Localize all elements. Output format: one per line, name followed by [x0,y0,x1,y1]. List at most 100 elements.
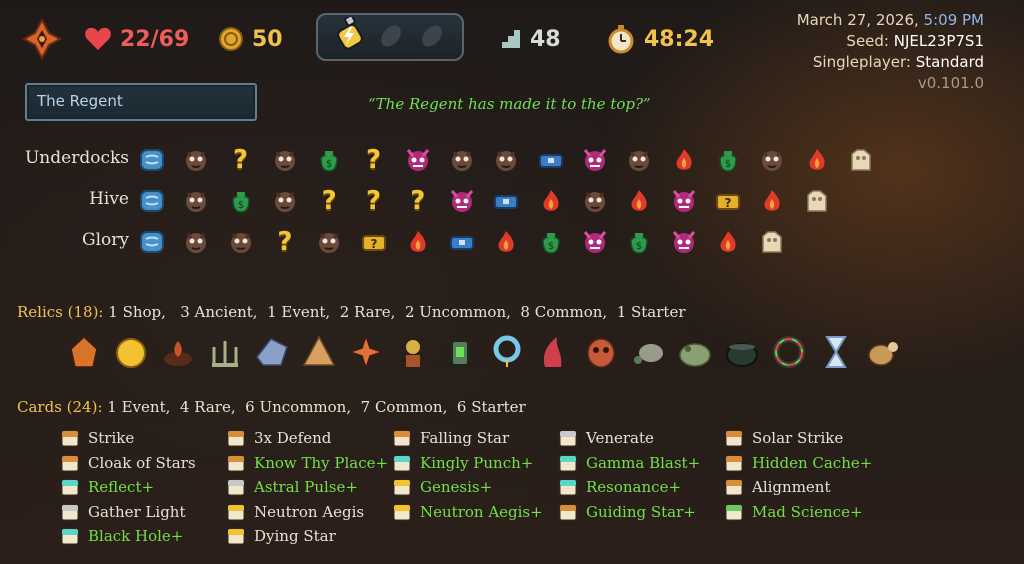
bead-necklace-icon[interactable] [487,331,527,373]
merchant-icon[interactable]: $ [314,145,344,175]
golden-orb-icon[interactable] [111,331,151,373]
card-entry[interactable]: Solar Strike [724,426,843,450]
monster-icon[interactable] [181,186,211,216]
hp-display[interactable]: 22/69 [84,22,189,56]
cauldron-icon[interactable] [722,331,762,373]
monster-icon[interactable] [580,186,610,216]
card-entry[interactable]: Astral Pulse+ [226,475,358,499]
boss-icon[interactable] [802,186,832,216]
elite-icon[interactable] [669,186,699,216]
card-entry[interactable]: Neutron Aegis [226,500,364,524]
ancient-icon[interactable] [137,186,167,216]
card-entry[interactable]: Black Hole+ [60,524,183,548]
barrel-critter-icon[interactable] [863,331,903,373]
boss-icon[interactable] [757,227,787,257]
candelabra-icon[interactable] [205,331,245,373]
monster-icon[interactable] [270,145,300,175]
rock-critter-icon[interactable] [628,331,668,373]
monster-icon[interactable] [447,145,477,175]
question-mark-glyph: ? [277,227,293,257]
player-name-field[interactable]: The Regent [25,83,257,121]
gold-display[interactable]: 50 [218,22,283,56]
hourglass-icon[interactable] [816,331,856,373]
unknown-icon[interactable]: ? [314,186,344,216]
shuriken-icon[interactable] [346,331,386,373]
card-entry[interactable]: Resonance+ [558,475,681,499]
unknown-treasure-icon[interactable]: ? [713,186,743,216]
card-entry[interactable]: Dying Star [226,524,336,548]
unknown-icon[interactable]: ? [359,145,389,175]
monster-icon[interactable] [624,145,654,175]
rest-site-icon[interactable] [491,227,521,257]
merchant-icon[interactable]: $ [536,227,566,257]
rest-site-icon[interactable] [624,186,654,216]
run-timer[interactable]: 48:24 [606,22,714,56]
rest-site-icon[interactable] [713,227,743,257]
card-entry[interactable]: Reflect+ [60,475,154,499]
floor-display[interactable]: 48 [500,22,561,56]
elite-icon[interactable] [447,186,477,216]
card-entry[interactable]: Cloak of Stars [60,451,196,475]
ancient-icon[interactable] [137,227,167,257]
monster-icon[interactable] [226,227,256,257]
card-entry[interactable]: Guiding Star+ [558,500,696,524]
card-entry[interactable]: Mad Science+ [724,500,863,524]
card-entry[interactable]: Hidden Cache+ [724,451,872,475]
frog-statue-icon[interactable] [675,331,715,373]
treasure-icon[interactable] [491,186,521,216]
card-entry[interactable]: Know Thy Place+ [226,451,388,475]
lantern-icon[interactable] [440,331,480,373]
monster-icon[interactable] [181,145,211,175]
card-entry[interactable]: Falling Star [392,426,509,450]
crystal-shard-icon[interactable] [252,331,292,373]
rest-site-icon[interactable] [757,186,787,216]
fire-brazier-icon[interactable] [158,331,198,373]
ancient-icon[interactable] [137,145,167,175]
monster-icon[interactable] [181,227,211,257]
rest-site-icon[interactable] [536,186,566,216]
unknown-treasure-icon[interactable]: ? [359,227,389,257]
empty-potion-slot-icon[interactable] [374,18,408,56]
elite-icon[interactable] [580,145,610,175]
ember-rock-icon[interactable] [64,331,104,373]
merchant-icon[interactable]: $ [226,186,256,216]
monster-icon[interactable] [491,145,521,175]
card-entry[interactable]: Strike [60,426,134,450]
potted-flower-icon[interactable] [393,331,433,373]
monster-icon[interactable] [314,227,344,257]
boss-icon[interactable] [846,145,876,175]
rest-site-icon[interactable] [802,145,832,175]
rainbow-ring-icon[interactable] [769,331,809,373]
card-entry[interactable]: 3x Defend [226,426,331,450]
regent-crest-icon[interactable] [21,17,63,61]
version-label: v0.101.0 [917,74,984,92]
mask-icon[interactable] [581,331,621,373]
elite-icon[interactable] [669,227,699,257]
rest-site-icon[interactable] [669,145,699,175]
unknown-icon[interactable]: ? [359,186,389,216]
unknown-icon[interactable]: ? [270,227,300,257]
monster-icon[interactable] [757,145,787,175]
merchant-icon[interactable]: $ [624,227,654,257]
paper-fan-icon[interactable] [299,331,339,373]
card-entry[interactable]: Kingly Punch+ [392,451,533,475]
rest-site-icon[interactable] [403,227,433,257]
card-entry[interactable]: Alignment [724,475,830,499]
red-horn-icon[interactable] [534,331,574,373]
elite-icon[interactable] [403,145,433,175]
svg-text:$: $ [636,241,642,252]
monster-icon[interactable] [270,186,300,216]
elite-icon[interactable] [580,227,610,257]
unknown-icon[interactable]: ? [403,186,433,216]
card-entry[interactable]: Genesis+ [392,475,492,499]
card-entry[interactable]: Gamma Blast+ [558,451,700,475]
unknown-icon[interactable]: ? [226,145,256,175]
treasure-icon[interactable] [536,145,566,175]
card-entry[interactable]: Neutron Aegis+ [392,500,543,524]
card-entry[interactable]: Gather Light [60,500,185,524]
empty-potion-slot-icon[interactable] [415,18,449,56]
card-entry[interactable]: Venerate [558,426,654,450]
merchant-icon[interactable]: $ [713,145,743,175]
lightning-potion-icon[interactable] [331,14,367,57]
treasure-icon[interactable] [447,227,477,257]
